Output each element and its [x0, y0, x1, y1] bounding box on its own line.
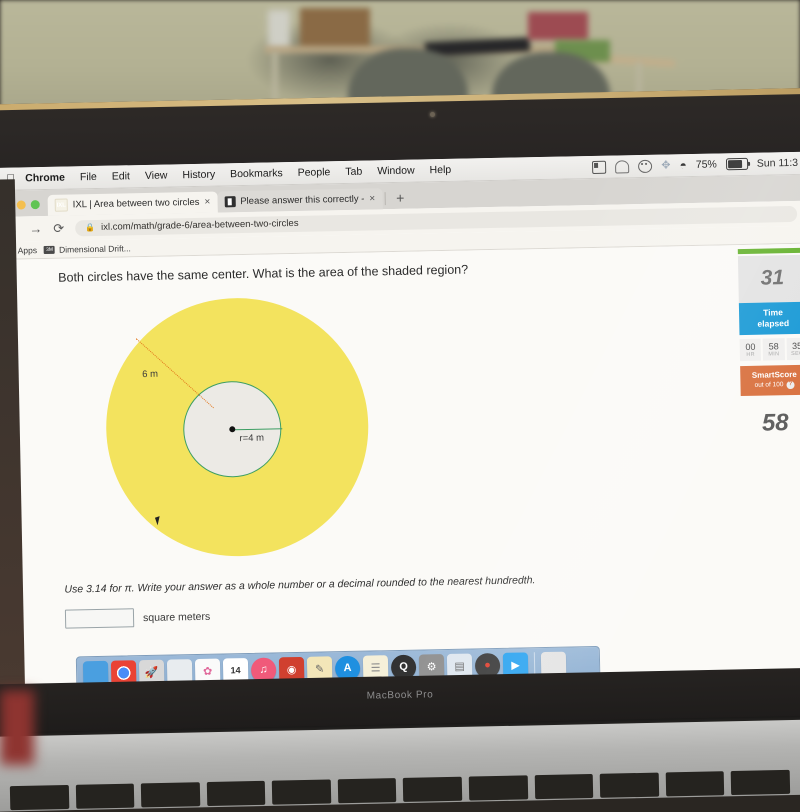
background-red-glow	[0, 690, 34, 765]
smartscore-banner: SmartScore out of 100 ?	[740, 364, 800, 397]
browser-tab-ixl[interactable]: IXL IXL | Area between two circles ×	[47, 191, 218, 216]
menu-item-window[interactable]: Window	[377, 165, 415, 178]
clock-seconds-value: 35	[791, 341, 800, 352]
menu-bar-status-area: ✥ ◓ 75% Sun 11:3	[592, 156, 800, 174]
time-elapsed-header: Time elapsed	[738, 301, 800, 336]
menu-item-help[interactable]: Help	[429, 164, 451, 176]
lock-icon: 🔒	[85, 222, 96, 233]
address-bar-url: ixl.com/math/grade-6/area-between-two-ci…	[100, 217, 299, 233]
menu-item-view[interactable]: View	[145, 170, 168, 182]
airplay-icon[interactable]	[615, 159, 630, 174]
bookmark-icon: 3M	[43, 245, 56, 254]
smartscore-value: 58	[761, 409, 789, 437]
clock-hours-value: 00	[745, 342, 756, 353]
outer-radius-label: 6 m	[142, 368, 159, 381]
webcam-icon	[430, 112, 435, 117]
menu-item-people[interactable]: People	[298, 166, 331, 179]
answer-row: square meters	[64, 596, 743, 629]
close-tab-button[interactable]: ×	[369, 193, 375, 204]
question-instruction: Use 3.14 for π. Write your answer as a w…	[64, 574, 536, 596]
ixl-favicon: IXL	[54, 198, 68, 212]
answer-units-label: square meters	[142, 610, 211, 624]
menu-item-edit[interactable]: Edit	[112, 170, 130, 182]
elapsed-clock: 00 HR 58 MIN 35 SEC	[739, 337, 800, 362]
brainly-favicon	[224, 196, 236, 208]
bluetooth-icon[interactable]: ✥	[661, 159, 670, 171]
smartscore-subtitle: out of 100	[754, 380, 784, 389]
browser-tab-title: IXL | Area between two circles	[72, 196, 200, 211]
question-content: Both circles have the same center. What …	[0, 245, 744, 690]
concentric-circles-figure: 6 m r=4 m	[97, 290, 402, 568]
reload-button[interactable]: ⟳	[53, 220, 64, 236]
minimize-window-button[interactable]	[16, 200, 26, 210]
browser-tab-brainly[interactable]: Please answer this correctly - ×	[217, 188, 383, 213]
clock-minutes: 58 MIN	[762, 338, 785, 361]
time-elapsed-line2: elapsed	[757, 317, 790, 329]
inner-radius-label: r=4 m	[239, 432, 265, 445]
menu-item-file[interactable]: File	[80, 171, 97, 183]
menu-item-history[interactable]: History	[182, 169, 215, 182]
screen-mirroring-icon[interactable]	[592, 160, 607, 174]
clock-seconds: 35 SEC	[786, 337, 800, 361]
clock-hours: 00 HR	[739, 338, 762, 362]
background-red-object	[528, 12, 588, 40]
bookmark-label: Apps	[17, 244, 38, 256]
center-point	[229, 426, 236, 433]
clock-minutes-unit: MIN	[768, 351, 780, 358]
battery-percent-label: 75%	[695, 158, 717, 171]
smartscore-subtitle-row: out of 100 ?	[740, 380, 800, 390]
background-box	[300, 8, 370, 48]
answer-input[interactable]	[64, 608, 135, 629]
wifi-icon[interactable]: ◓	[679, 158, 687, 172]
bookmark-dimensional-drift[interactable]: 3M Dimensional Drift...	[43, 242, 131, 255]
browser-tab-title: Please answer this correctly -	[240, 193, 365, 208]
score-panel: 31 Time elapsed 00 HR 58 MIN 35 SEC Smar…	[735, 243, 800, 678]
bookmark-label: Dimensional Drift...	[58, 242, 131, 255]
forward-button[interactable]: →	[29, 221, 42, 236]
clock-seconds-unit: SEC	[791, 351, 800, 358]
question-number: 31	[737, 254, 800, 304]
smartscore-title: SmartScore	[751, 370, 797, 381]
menu-item-chrome[interactable]: Chrome	[25, 172, 65, 185]
question-prompt: Both circles have the same center. What …	[58, 262, 469, 285]
menu-item-tab[interactable]: Tab	[345, 166, 362, 178]
background-object-white	[268, 10, 290, 50]
tab-divider	[384, 192, 386, 206]
close-tab-button[interactable]: ×	[204, 197, 210, 208]
menu-bar-clock[interactable]: Sun 11:3	[757, 157, 798, 170]
ixl-page: Both circles have the same center. What …	[0, 243, 800, 690]
new-tab-button[interactable]: +	[387, 190, 413, 210]
maximize-window-button[interactable]	[30, 200, 40, 210]
menu-item-bookmarks[interactable]: Bookmarks	[230, 167, 283, 180]
clock-minutes-value: 58	[768, 341, 779, 352]
help-icon[interactable]: ?	[786, 380, 795, 389]
laptop-screen:  Chrome File Edit View History Bookmark…	[0, 151, 800, 690]
user-face-icon[interactable]	[638, 159, 653, 173]
clock-hours-unit: HR	[746, 352, 755, 359]
battery-icon[interactable]	[725, 157, 748, 171]
progress-bar	[737, 247, 800, 255]
